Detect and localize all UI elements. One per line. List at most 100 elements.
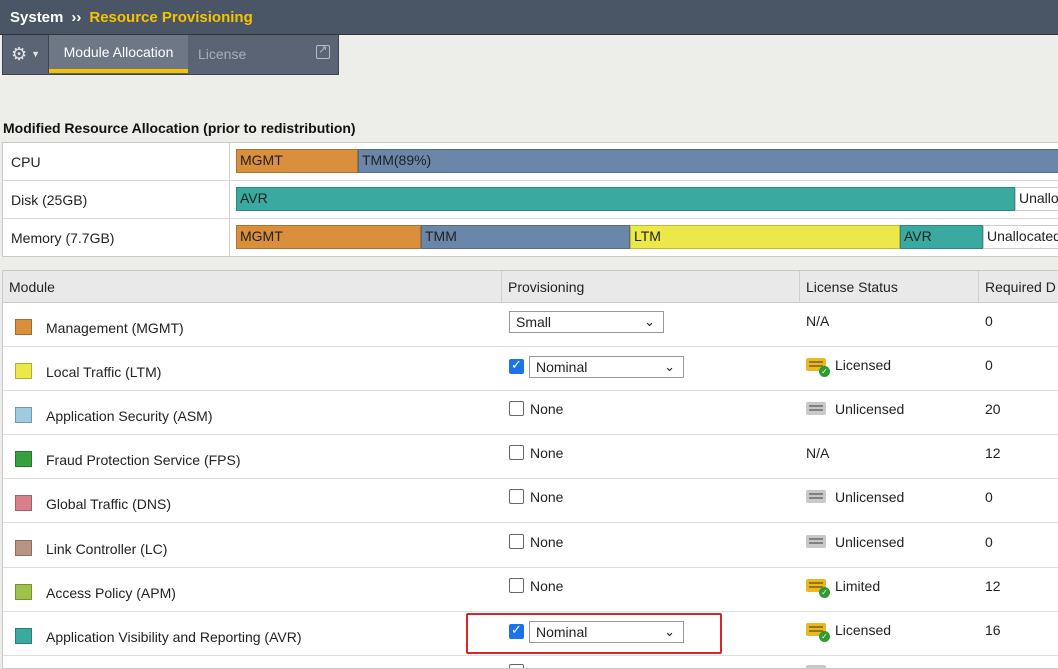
breadcrumb-root[interactable]: System bbox=[10, 9, 63, 26]
license-status: Licensed bbox=[835, 357, 892, 373]
column-divider bbox=[229, 143, 230, 180]
tab-group: ⚙ ▼ Module Allocation License bbox=[2, 35, 339, 75]
provisioning-checkbox[interactable] bbox=[509, 357, 524, 374]
column-divider bbox=[229, 181, 230, 218]
allocation-label: Disk (25GB) bbox=[11, 192, 88, 208]
module-color-swatch bbox=[15, 407, 32, 423]
header-license-status[interactable]: License Status bbox=[800, 271, 979, 303]
highlight-box bbox=[466, 613, 722, 654]
module-name: Application Visibility and Reporting (AV… bbox=[46, 629, 302, 645]
external-link-icon bbox=[316, 43, 330, 59]
module-name: Access Policy (APM) bbox=[46, 585, 176, 601]
provisioning-checkbox[interactable] bbox=[509, 664, 524, 668]
required-value: 16 bbox=[985, 622, 1001, 638]
module-name: Fraud Protection Service (FPS) bbox=[46, 452, 241, 468]
breadcrumb-current: Resource Provisioning bbox=[89, 8, 253, 26]
license-status: Licensed bbox=[835, 622, 892, 638]
license-status: Unlicensed bbox=[835, 489, 905, 505]
table-header: Module Provisioning License Status Requi… bbox=[3, 271, 1058, 303]
module-name: Management (MGMT) bbox=[46, 320, 184, 336]
table-row bbox=[3, 656, 1058, 668]
segment-unallocated: Unallocated bbox=[1015, 187, 1058, 211]
tab-license[interactable]: License bbox=[188, 35, 338, 73]
provisioning-select[interactable]: Nominal ⌄ bbox=[529, 356, 684, 378]
segment-tmm: TMM(89%) bbox=[358, 149, 1058, 173]
required-value: 0 bbox=[985, 489, 993, 505]
module-color-swatch bbox=[15, 451, 32, 467]
tab-module-allocation[interactable]: Module Allocation bbox=[49, 35, 188, 73]
required-value: 0 bbox=[985, 357, 993, 373]
allocation-row-disk: Disk (25GB) AVR Unallocated bbox=[3, 181, 1058, 219]
table-row: Management (MGMT) Small ⌄ N/A 0 bbox=[3, 303, 1058, 347]
provisioning-checkbox[interactable] bbox=[509, 578, 524, 593]
module-color-swatch bbox=[15, 584, 32, 600]
license-status: Unlicensed bbox=[835, 534, 905, 550]
required-value: 0 bbox=[985, 534, 993, 550]
provisioning-value: Small bbox=[516, 314, 552, 330]
unlicensed-icon bbox=[806, 402, 828, 418]
required-value: 20 bbox=[985, 401, 1001, 417]
table-row: Application Security (ASM) None Unlicens… bbox=[3, 391, 1058, 435]
allocation-label: Memory (7.7GB) bbox=[11, 230, 115, 246]
allocation-row-cpu: CPU MGMT TMM(89%) bbox=[3, 143, 1058, 181]
module-color-swatch bbox=[15, 363, 32, 379]
provisioning-select[interactable]: Small ⌄ bbox=[509, 311, 664, 333]
table-row: Link Controller (LC) None Unlicensed 0 bbox=[3, 523, 1058, 568]
table-row: Access Policy (APM) None ✓ Limited 12 bbox=[3, 568, 1058, 612]
table-row: Global Traffic (DNS) None Unlicensed 0 bbox=[3, 479, 1058, 523]
license-status: N/A bbox=[806, 313, 830, 329]
required-value: 0 bbox=[985, 313, 993, 329]
provisioning-value: None bbox=[530, 445, 564, 461]
header-module[interactable]: Module bbox=[3, 271, 502, 303]
chevron-down-icon: ⌄ bbox=[644, 314, 655, 329]
module-color-swatch bbox=[15, 540, 32, 556]
license-status: Unlicensed bbox=[835, 401, 905, 417]
licensed-icon: ✓ bbox=[806, 623, 830, 642]
module-name: Local Traffic (LTM) bbox=[46, 364, 162, 380]
provisioning-value: None bbox=[530, 578, 564, 594]
gear-icon: ⚙ bbox=[10, 44, 28, 64]
module-name: Application Security (ASM) bbox=[46, 408, 213, 424]
module-table: Module Provisioning License Status Requi… bbox=[2, 270, 1058, 669]
column-divider bbox=[229, 219, 230, 257]
license-status: Limited bbox=[835, 578, 881, 594]
header-required[interactable]: Required D bbox=[979, 271, 1058, 303]
segment-avr: AVR bbox=[236, 187, 1015, 211]
provisioning-value: Nominal bbox=[536, 359, 588, 375]
breadcrumb: System ›› Resource Provisioning bbox=[0, 0, 1058, 35]
provisioning-value: None bbox=[530, 534, 564, 550]
settings-menu-button[interactable]: ⚙ ▼ bbox=[3, 35, 49, 73]
tab-license-label: License bbox=[198, 46, 247, 62]
module-name: Link Controller (LC) bbox=[46, 541, 168, 557]
segment-mgmt: MGMT bbox=[236, 225, 421, 249]
section-title: Modified Resource Allocation (prior to r… bbox=[3, 120, 356, 136]
provisioning-checkbox[interactable] bbox=[509, 401, 524, 416]
segment-mgmt: MGMT bbox=[236, 149, 358, 173]
unlicensed-icon bbox=[806, 665, 828, 668]
licensed-icon: ✓ bbox=[806, 579, 830, 598]
module-color-swatch bbox=[15, 495, 32, 511]
module-color-swatch bbox=[15, 319, 32, 335]
provisioning-checkbox[interactable] bbox=[509, 489, 524, 504]
segment-ltm: LTM bbox=[630, 225, 900, 249]
provisioning-checkbox[interactable] bbox=[509, 445, 524, 460]
provisioning-value: None bbox=[530, 489, 564, 505]
table-row: Local Traffic (LTM) Nominal ⌄ ✓ Licensed… bbox=[3, 347, 1058, 391]
breadcrumb-separator: ›› bbox=[71, 8, 82, 26]
unlicensed-icon bbox=[806, 535, 828, 551]
header-provisioning[interactable]: Provisioning bbox=[502, 271, 800, 303]
licensed-icon: ✓ bbox=[806, 358, 830, 377]
required-value: 12 bbox=[985, 445, 1001, 461]
segment-avr: AVR bbox=[900, 225, 983, 249]
segment-tmm: TMM bbox=[421, 225, 630, 249]
provisioning-checkbox[interactable] bbox=[509, 534, 524, 549]
license-status: N/A bbox=[806, 445, 830, 461]
segment-unallocated: Unallocated bbox=[983, 225, 1058, 249]
allocation-row-memory: Memory (7.7GB) MGMT TMM LTM AVR Unalloca… bbox=[3, 219, 1058, 257]
required-value: 12 bbox=[985, 578, 1001, 594]
chevron-down-icon: ⌄ bbox=[664, 359, 675, 374]
provisioning-value: None bbox=[530, 401, 564, 417]
tab-strip: ⚙ ▼ Module Allocation License bbox=[0, 35, 1058, 75]
module-color-swatch bbox=[15, 628, 32, 644]
chevron-down-icon: ▼ bbox=[31, 49, 41, 59]
